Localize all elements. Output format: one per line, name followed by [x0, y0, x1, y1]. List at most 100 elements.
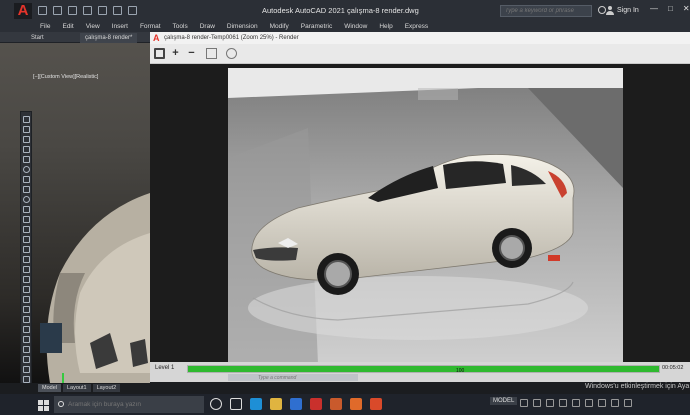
- ellipse-tool-icon[interactable]: [23, 196, 30, 203]
- sign-in-button[interactable]: Sign In: [617, 7, 639, 14]
- region-tool-icon[interactable]: [23, 266, 30, 273]
- taskbar-search-input[interactable]: [68, 396, 202, 413]
- render-window: A çalışma-8 render-Temp0061 (Zoom 25%) -…: [150, 32, 690, 382]
- title-bar: A Autodesk AutoCAD 2021 çalışma-8 render…: [0, 0, 690, 22]
- tab-model[interactable]: Model: [38, 384, 61, 392]
- menu-view[interactable]: View: [86, 23, 100, 30]
- menu-dimension[interactable]: Dimension: [227, 23, 258, 30]
- ellipse-arc-tool-icon[interactable]: [23, 206, 30, 213]
- point-tool-icon[interactable]: [23, 236, 30, 243]
- pdf-app-icon[interactable]: [370, 398, 382, 410]
- command-line[interactable]: [228, 374, 358, 382]
- menu-modify[interactable]: Modify: [270, 23, 289, 30]
- customize-icon[interactable]: [624, 399, 632, 407]
- copy-tool-icon[interactable]: [23, 316, 30, 323]
- menu-window[interactable]: Window: [344, 23, 367, 30]
- menu-help[interactable]: Help: [379, 23, 392, 30]
- polyline-tool-icon[interactable]: [23, 126, 30, 133]
- scale-tool-icon[interactable]: [23, 376, 30, 383]
- drawing-viewport[interactable]: [−][Custom View][Realistic]: [0, 43, 150, 383]
- file-explorer-icon[interactable]: [270, 398, 282, 410]
- windows-start-icon[interactable]: [38, 400, 49, 411]
- open-file-icon[interactable]: [53, 6, 62, 15]
- workspace-gear-icon[interactable]: [611, 399, 619, 407]
- zoom-in-icon[interactable]: +: [170, 48, 181, 59]
- tab-layout1[interactable]: Layout1: [62, 384, 91, 392]
- ortho-icon[interactable]: [546, 399, 554, 407]
- model-space-toggle[interactable]: MODEL: [490, 397, 518, 405]
- new-file-icon[interactable]: [38, 6, 47, 15]
- print-icon[interactable]: [98, 6, 107, 15]
- menu-format[interactable]: Format: [140, 23, 161, 30]
- menu-insert[interactable]: Insert: [112, 23, 128, 30]
- menu-draw[interactable]: Draw: [200, 23, 215, 30]
- office-app-icon[interactable]: [330, 398, 342, 410]
- store-icon[interactable]: [290, 398, 302, 410]
- viewport-controls-label[interactable]: [−][Custom View][Realistic]: [33, 74, 98, 80]
- array-tool-icon[interactable]: [23, 346, 30, 353]
- hatch-tool-icon[interactable]: [23, 246, 30, 253]
- taskbar-search-box[interactable]: [54, 396, 204, 413]
- mirror-tool-icon[interactable]: [23, 326, 30, 333]
- rectangle-tool-icon[interactable]: [23, 146, 30, 153]
- menu-tools[interactable]: Tools: [173, 23, 188, 30]
- close-button[interactable]: ✕: [683, 4, 690, 13]
- edge-browser-icon[interactable]: [250, 398, 262, 410]
- offset-tool-icon[interactable]: [23, 336, 30, 343]
- menu-file[interactable]: File: [40, 23, 50, 30]
- insert-block-tool-icon[interactable]: [23, 216, 30, 223]
- autocad-logo-icon[interactable]: A: [14, 3, 32, 19]
- cortana-icon[interactable]: [210, 398, 222, 410]
- render-app-icon: A: [153, 33, 160, 43]
- redo-icon[interactable]: [128, 6, 137, 15]
- snap-icon[interactable]: [533, 399, 541, 407]
- annotation-icon[interactable]: [598, 399, 606, 407]
- move-tool-icon[interactable]: [23, 356, 30, 363]
- add-selected-tool-icon[interactable]: [23, 296, 30, 303]
- minimize-button[interactable]: —: [650, 4, 658, 13]
- polygon-tool-icon[interactable]: [23, 136, 30, 143]
- save-as-icon[interactable]: [83, 6, 92, 15]
- task-view-icon[interactable]: [230, 398, 242, 410]
- tab-drawing[interactable]: çalışma-8 render*: [80, 33, 138, 43]
- system-tray: [520, 399, 632, 407]
- lineweight-icon[interactable]: [585, 399, 593, 407]
- user-icon[interactable]: [606, 6, 614, 15]
- render-settings-icon[interactable]: [226, 48, 237, 59]
- render-toolbar: + −: [150, 44, 690, 64]
- grid-icon[interactable]: [520, 399, 528, 407]
- spline-tool-icon[interactable]: [23, 186, 30, 193]
- save-render-icon[interactable]: [154, 48, 165, 59]
- zoom-out-icon[interactable]: −: [186, 48, 197, 59]
- revcloud-tool-icon[interactable]: [23, 176, 30, 183]
- help-search-box[interactable]: [500, 5, 592, 17]
- windows-taskbar: MODEL: [0, 394, 690, 415]
- rotate-tool-icon[interactable]: [23, 366, 30, 373]
- ucs-axis-icon: [58, 373, 76, 383]
- erase-tool-icon[interactable]: [23, 306, 30, 313]
- undo-icon[interactable]: [113, 6, 122, 15]
- arc-tool-icon[interactable]: [23, 156, 30, 163]
- menu-parametric[interactable]: Parametric: [301, 23, 332, 30]
- menu-express[interactable]: Express: [405, 23, 428, 30]
- app-icon[interactable]: [350, 398, 362, 410]
- help-search-input[interactable]: [501, 6, 591, 16]
- line-tool-icon[interactable]: [23, 116, 30, 123]
- menu-edit[interactable]: Edit: [62, 23, 73, 30]
- polar-icon[interactable]: [559, 399, 567, 407]
- layout-tabs: Model Layout1 Layout2: [38, 384, 121, 392]
- command-input[interactable]: [228, 374, 358, 382]
- table-tool-icon[interactable]: [23, 276, 30, 283]
- tab-layout2[interactable]: Layout2: [92, 384, 121, 392]
- make-block-tool-icon[interactable]: [23, 226, 30, 233]
- mtext-tool-icon[interactable]: [23, 286, 30, 293]
- tab-start[interactable]: Start: [26, 33, 49, 43]
- maximize-button[interactable]: □: [668, 4, 673, 13]
- circle-tool-icon[interactable]: [23, 166, 30, 173]
- print-render-icon[interactable]: [206, 48, 217, 59]
- osnap-icon[interactable]: [572, 399, 580, 407]
- search-icon[interactable]: [598, 6, 606, 14]
- autocad-taskbar-icon[interactable]: [310, 398, 322, 410]
- save-icon[interactable]: [68, 6, 77, 15]
- gradient-tool-icon[interactable]: [23, 256, 30, 263]
